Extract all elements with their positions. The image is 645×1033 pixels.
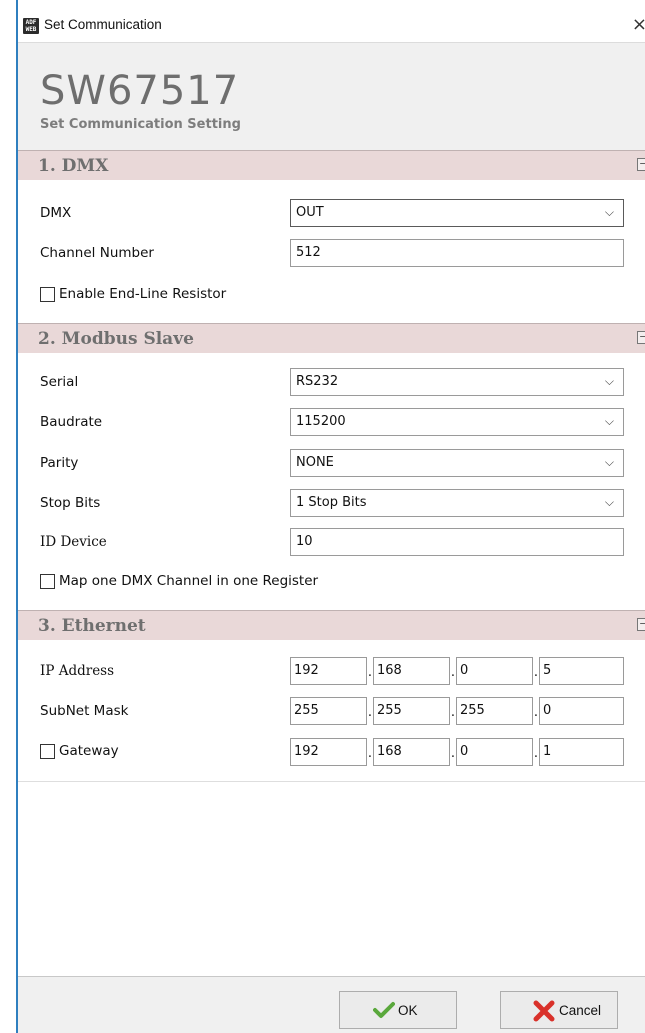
cancel-button[interactable]: Cancel (500, 991, 618, 1029)
subnet-mask-label: SubNet Mask (40, 703, 129, 719)
dmx-label: DMX (40, 205, 72, 221)
map-dmx-label: Map one DMX Channel in one Register (59, 573, 319, 589)
baudrate-value: 115200 (296, 414, 346, 429)
section-title: 3. Ethernet (38, 616, 146, 636)
title-bar: ADF WEB Set Communication × (18, 8, 645, 42)
endline-resistor-label: Enable End-Line Resistor (59, 286, 227, 302)
parity-value: NONE (296, 455, 334, 470)
window-title: Set Communication (44, 17, 162, 32)
ip-octet-4[interactable]: 5 (539, 657, 624, 685)
gateway-octet-1[interactable]: 192 (290, 738, 367, 766)
id-device-label: ID Device (40, 534, 107, 550)
ip-octet-1[interactable]: 192 (290, 657, 367, 685)
ok-label: OK (398, 1003, 418, 1018)
serial-select[interactable]: RS232 ⌵ (290, 368, 624, 396)
dmx-select[interactable]: OUT ⌵ (290, 199, 624, 227)
app-icon: ADF WEB (23, 18, 39, 34)
collapse-icon[interactable]: − (637, 158, 645, 171)
baudrate-label: Baudrate (40, 414, 103, 430)
chevron-down-icon: ⌵ (604, 374, 614, 388)
set-communication-window: ADF WEB Set Communication × SW67517 Set … (16, 0, 645, 1033)
model-name: SW67517 (40, 68, 240, 114)
ip-address-label: IP Address (40, 663, 115, 679)
stop-bits-select[interactable]: 1 Stop Bits ⌵ (290, 489, 624, 517)
gateway-octet-4[interactable]: 1 (539, 738, 624, 766)
dmx-value: OUT (296, 205, 324, 220)
gateway-checkbox[interactable] (40, 744, 55, 759)
ip-octet-2[interactable]: 168 (373, 657, 450, 685)
channel-number-input[interactable]: 512 (290, 239, 624, 267)
section-title: 1. DMX (38, 156, 109, 176)
stop-bits-label: Stop Bits (40, 495, 101, 511)
section-header-ethernet[interactable]: 3. Ethernet − (18, 610, 645, 640)
serial-value: RS232 (296, 374, 339, 389)
id-device-input[interactable]: 10 (290, 528, 624, 556)
ip-octet-3[interactable]: 0 (456, 657, 533, 685)
chevron-down-icon: ⌵ (604, 414, 614, 428)
section-title: 2. Modbus Slave (38, 329, 194, 349)
chevron-down-icon: ⌵ (604, 205, 614, 219)
x-icon (533, 1000, 555, 1022)
cancel-label: Cancel (559, 1003, 602, 1018)
chevron-down-icon: ⌵ (604, 495, 614, 509)
id-device-value: 10 (296, 534, 313, 549)
collapse-icon[interactable]: − (637, 331, 645, 344)
gateway-octet-3[interactable]: 0 (456, 738, 533, 766)
gateway-octet-2[interactable]: 168 (373, 738, 450, 766)
close-icon[interactable]: × (632, 14, 645, 35)
content-divider (18, 781, 645, 782)
checkmark-icon (373, 1002, 395, 1018)
mask-octet-1[interactable]: 255 (290, 697, 367, 725)
stop-bits-value: 1 Stop Bits (296, 495, 367, 510)
mask-octet-4[interactable]: 0 (539, 697, 624, 725)
map-dmx-checkbox[interactable] (40, 574, 55, 589)
channel-number-value: 512 (296, 245, 321, 260)
baudrate-select[interactable]: 115200 ⌵ (290, 408, 624, 436)
gateway-label: Gateway (59, 743, 119, 759)
mask-octet-3[interactable]: 255 (456, 697, 533, 725)
header-area: SW67517 Set Communication Setting (18, 42, 645, 150)
button-bar: OK Cancel (18, 976, 645, 1033)
chevron-down-icon: ⌵ (604, 455, 614, 469)
parity-select[interactable]: NONE ⌵ (290, 449, 624, 477)
channel-number-label: Channel Number (40, 245, 154, 261)
collapse-icon[interactable]: − (637, 618, 645, 631)
endline-resistor-checkbox[interactable] (40, 287, 55, 302)
section-header-modbus[interactable]: 2. Modbus Slave − (18, 323, 645, 353)
section-header-dmx[interactable]: 1. DMX − (18, 150, 645, 180)
serial-label: Serial (40, 374, 79, 390)
mask-octet-2[interactable]: 255 (373, 697, 450, 725)
page-subtitle: Set Communication Setting (40, 117, 241, 132)
ok-button[interactable]: OK (339, 991, 457, 1029)
parity-label: Parity (40, 455, 79, 471)
